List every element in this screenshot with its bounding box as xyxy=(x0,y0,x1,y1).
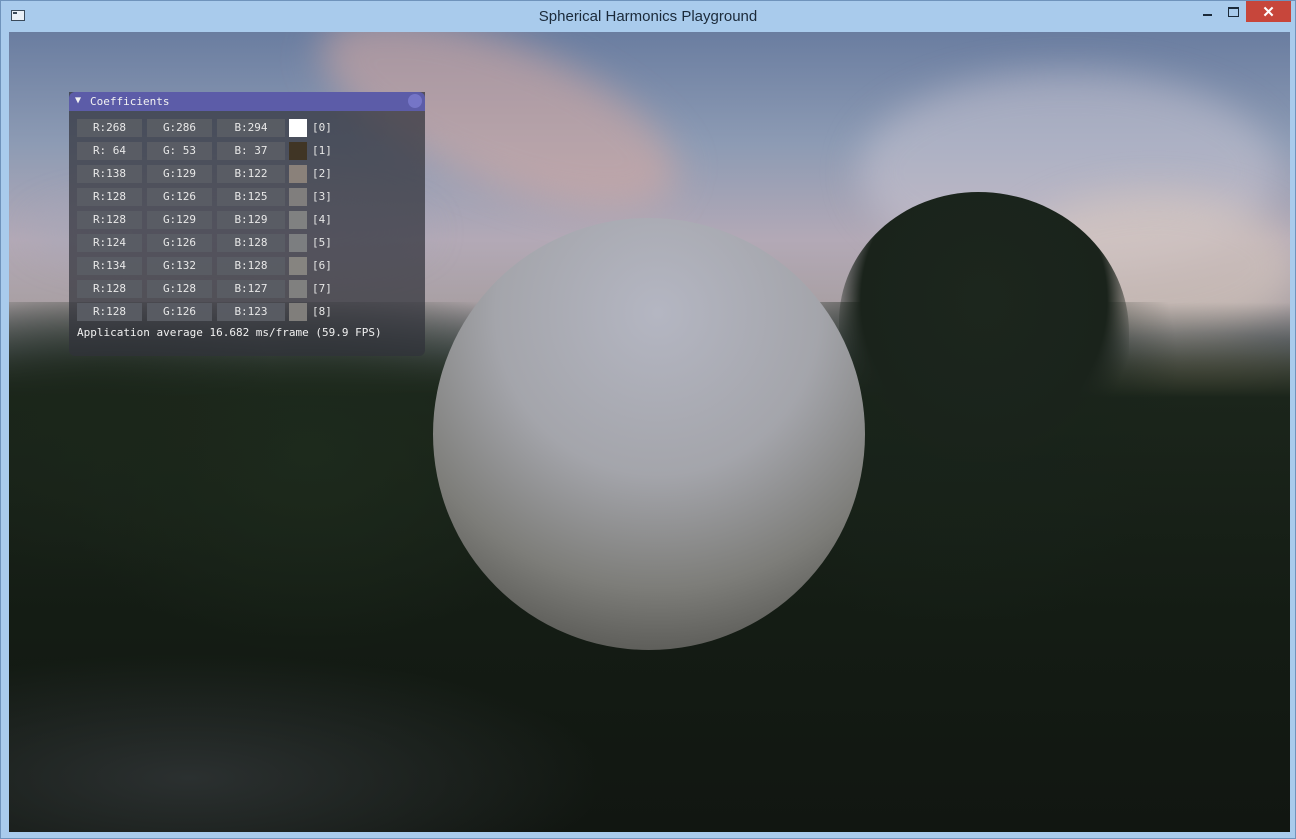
green-coefficient-field[interactable]: G:128 xyxy=(147,280,212,298)
green-coefficient-field[interactable]: G:126 xyxy=(147,303,212,321)
lit-sphere xyxy=(433,218,865,650)
coefficient-index: [2] xyxy=(312,167,332,180)
red-coefficient-field[interactable]: R:138 xyxy=(77,165,142,183)
title-bar[interactable]: Spherical Harmonics Playground ✕ xyxy=(1,1,1295,31)
color-swatch[interactable] xyxy=(289,280,307,298)
color-swatch[interactable] xyxy=(289,257,307,275)
close-button[interactable]: ✕ xyxy=(1246,1,1291,22)
blue-coefficient-field[interactable]: B:127 xyxy=(217,280,285,298)
coefficients-panel: ▼ Coefficients R:268 G:286 B:294 [0] R: … xyxy=(69,92,425,356)
red-coefficient-field[interactable]: R:124 xyxy=(77,234,142,252)
color-swatch[interactable] xyxy=(289,234,307,252)
coefficient-index: [0] xyxy=(312,121,332,134)
maximize-button[interactable] xyxy=(1220,1,1246,22)
panel-title-bar[interactable]: ▼ Coefficients xyxy=(69,92,425,111)
red-coefficient-field[interactable]: R:128 xyxy=(77,211,142,229)
color-swatch[interactable] xyxy=(289,165,307,183)
minimize-icon xyxy=(1202,13,1212,16)
coefficient-index: [5] xyxy=(312,236,332,249)
app-window: Spherical Harmonics Playground ✕ ▼ Coeff… xyxy=(0,0,1296,839)
panel-close-icon[interactable] xyxy=(408,94,422,108)
ground xyxy=(9,652,609,832)
maximize-icon xyxy=(1227,6,1239,17)
green-coefficient-field[interactable]: G:126 xyxy=(147,188,212,206)
coefficient-index: [7] xyxy=(312,282,332,295)
color-swatch[interactable] xyxy=(289,119,307,137)
minimize-button[interactable] xyxy=(1194,1,1220,22)
window-title: Spherical Harmonics Playground xyxy=(538,8,758,25)
red-coefficient-field[interactable]: R: 64 xyxy=(77,142,142,160)
color-swatch[interactable] xyxy=(289,142,307,160)
green-coefficient-field[interactable]: G: 53 xyxy=(147,142,212,160)
panel-title: Coefficients xyxy=(90,95,170,108)
red-coefficient-field[interactable]: R:128 xyxy=(77,188,142,206)
collapse-arrow-icon[interactable]: ▼ xyxy=(75,95,81,106)
blue-coefficient-field[interactable]: B:128 xyxy=(217,257,285,275)
close-icon: ✕ xyxy=(1262,3,1275,21)
coefficient-index: [3] xyxy=(312,190,332,203)
color-swatch[interactable] xyxy=(289,211,307,229)
red-coefficient-field[interactable]: R:128 xyxy=(77,303,142,321)
green-coefficient-field[interactable]: G:129 xyxy=(147,165,212,183)
blue-coefficient-field[interactable]: B:123 xyxy=(217,303,285,321)
blue-coefficient-field[interactable]: B:129 xyxy=(217,211,285,229)
coefficient-index: [6] xyxy=(312,259,332,272)
green-coefficient-field[interactable]: G:132 xyxy=(147,257,212,275)
coefficient-index: [8] xyxy=(312,305,332,318)
blue-coefficient-field[interactable]: B:122 xyxy=(217,165,285,183)
green-coefficient-field[interactable]: G:286 xyxy=(147,119,212,137)
red-coefficient-field[interactable]: R:128 xyxy=(77,280,142,298)
color-swatch[interactable] xyxy=(289,303,307,321)
coefficient-index: [1] xyxy=(312,144,332,157)
coefficient-index: [4] xyxy=(312,213,332,226)
fps-readout: Application average 16.682 ms/frame (59.… xyxy=(77,326,382,339)
green-coefficient-field[interactable]: G:129 xyxy=(147,211,212,229)
blue-coefficient-field[interactable]: B:128 xyxy=(217,234,285,252)
blue-coefficient-field[interactable]: B:125 xyxy=(217,188,285,206)
blue-coefficient-field[interactable]: B: 37 xyxy=(217,142,285,160)
green-coefficient-field[interactable]: G:126 xyxy=(147,234,212,252)
red-coefficient-field[interactable]: R:268 xyxy=(77,119,142,137)
color-swatch[interactable] xyxy=(289,188,307,206)
blue-coefficient-field[interactable]: B:294 xyxy=(217,119,285,137)
red-coefficient-field[interactable]: R:134 xyxy=(77,257,142,275)
